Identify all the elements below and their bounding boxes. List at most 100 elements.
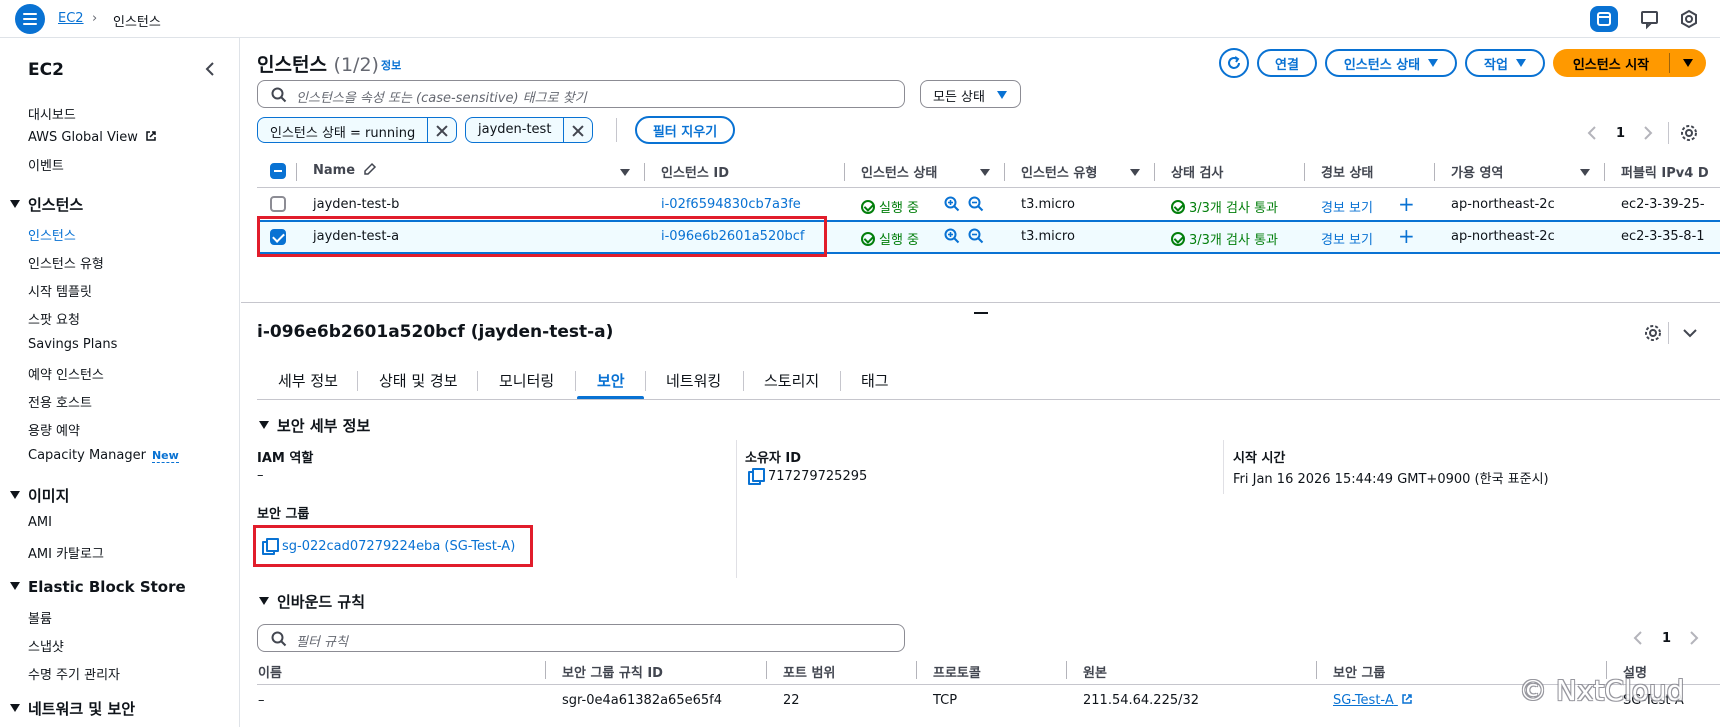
zoom-in-icon[interactable] [944, 228, 960, 244]
sidebar-item-launch-templates[interactable]: 시작 템플릿 [28, 281, 92, 300]
sort-icon[interactable] [620, 169, 630, 176]
sidebar-section-instances[interactable]: 인스턴스 [10, 194, 83, 215]
highlight-box-security-group [253, 525, 533, 567]
sort-icon[interactable] [1130, 169, 1140, 176]
instance-state-button[interactable]: 인스턴스 상태 [1325, 49, 1457, 77]
zoom-out-icon[interactable] [968, 228, 984, 244]
column-header-security-group[interactable]: 보안 그룹 [1333, 662, 1385, 681]
column-separator [1604, 163, 1605, 181]
copy-icon[interactable] [748, 468, 765, 485]
sort-icon[interactable] [980, 169, 990, 176]
add-alarm-icon[interactable]: + [1398, 224, 1415, 248]
panel-toggle-icon[interactable] [1590, 6, 1618, 32]
info-link[interactable]: 정보 [381, 57, 401, 73]
sort-icon[interactable] [1580, 169, 1590, 176]
inbound-filter-input[interactable]: 필터 규칙 [257, 624, 905, 652]
resize-handle[interactable] [974, 312, 988, 314]
tab-security[interactable]: 보안 [597, 370, 625, 391]
breadcrumb-current: 인스턴스 [113, 15, 161, 30]
row-checkbox[interactable] [270, 196, 286, 212]
external-link-icon [1402, 694, 1412, 704]
refresh-button[interactable] [1219, 48, 1249, 78]
column-header-source[interactable]: 원본 [1083, 662, 1107, 681]
sidebar-item-global-view[interactable]: AWS Global View [28, 130, 157, 145]
top-navigation-bar: EC2 › 인스턴스 [0, 0, 1720, 38]
launch-time-value: Fri Jan 16 2026 15:44:49 GMT+0900 (한국 표준… [1233, 472, 1549, 487]
sidebar-item-instance-types[interactable]: 인스턴스 유형 [28, 253, 104, 272]
launch-dropdown-button[interactable] [1670, 49, 1706, 77]
column-header-protocol[interactable]: 프로토콜 [933, 662, 981, 681]
column-header-instance-state[interactable]: 인스턴스 상태 [861, 162, 937, 181]
chevron-down-icon[interactable] [1682, 327, 1698, 339]
sidebar-item-volumes[interactable]: 볼륨 [28, 608, 52, 627]
clear-filters-button[interactable]: 필터 지우기 [635, 116, 735, 144]
remove-token-icon[interactable] [428, 118, 456, 142]
instance-id-link[interactable]: i-02f6594830cb7a3fe [661, 197, 801, 212]
sidebar-item-capacity-reservations[interactable]: 용량 예약 [28, 420, 80, 439]
sidebar-section-images[interactable]: 이미지 [10, 485, 69, 506]
sidebar-section-network-security[interactable]: 네트워크 및 보안 [10, 698, 135, 719]
zoom-out-icon[interactable] [968, 196, 984, 212]
launch-instances-button[interactable]: 인스턴스 시작 [1553, 49, 1669, 77]
sidebar-section-ebs[interactable]: Elastic Block Store [10, 578, 186, 596]
next-page-icon[interactable] [1689, 631, 1699, 645]
column-separator [1004, 163, 1005, 181]
current-page[interactable]: 1 [1616, 126, 1625, 141]
tab-networking[interactable]: 네트워킹 [666, 370, 721, 391]
menu-icon[interactable] [15, 4, 45, 34]
sidebar-item-ami-catalog[interactable]: AMI 카탈로그 [28, 543, 104, 562]
feedback-icon[interactable] [1636, 6, 1664, 32]
preferences-gear-icon[interactable] [1680, 124, 1698, 142]
current-page[interactable]: 1 [1662, 631, 1671, 646]
connect-button[interactable]: 연결 [1257, 49, 1317, 77]
column-header-rule-id[interactable]: 보안 그룹 규칙 ID [562, 662, 663, 681]
column-header-name[interactable]: 이름 [258, 662, 282, 681]
sidebar-item-snapshots[interactable]: 스냅샷 [28, 636, 64, 655]
view-alarms-link[interactable]: 경보 보기 [1321, 229, 1373, 248]
sidebar-item-spot-requests[interactable]: 스팟 요청 [28, 309, 80, 328]
select-all-checkbox[interactable] [270, 163, 286, 179]
caret-down-icon [259, 597, 269, 605]
breadcrumb-ec2[interactable]: EC2 [58, 11, 84, 26]
tab-tags[interactable]: 태그 [861, 370, 889, 391]
sidebar-item-reserved-instances[interactable]: 예약 인스턴스 [28, 364, 104, 383]
settings-icon[interactable] [1675, 6, 1703, 32]
panel-settings-gear-icon[interactable] [1644, 324, 1662, 342]
state-filter-select[interactable]: 모든 상태 [920, 80, 1021, 108]
sidebar-item-capacity-manager[interactable]: Capacity Manager New [28, 448, 179, 463]
column-header-name[interactable]: Name [313, 162, 377, 178]
column-header-instance-id[interactable]: 인스턴스 ID [661, 162, 729, 181]
rule-security-group-link[interactable]: SG-Test-A [1333, 693, 1413, 708]
collapse-sidebar-icon[interactable] [204, 62, 216, 76]
sidebar-item-dashboard[interactable]: 대시보드 [28, 104, 76, 123]
sidebar-item-events[interactable]: 이벤트 [28, 155, 64, 174]
prev-page-icon[interactable] [1633, 631, 1643, 645]
view-alarms-link[interactable]: 경보 보기 [1321, 197, 1373, 216]
add-alarm-icon[interactable]: + [1398, 192, 1415, 216]
column-header-status-check[interactable]: 상태 검사 [1171, 162, 1223, 181]
zoom-in-icon[interactable] [944, 196, 960, 212]
prev-page-icon[interactable] [1587, 126, 1597, 140]
column-header-alarm-status[interactable]: 경보 상태 [1321, 162, 1373, 181]
remove-token-icon[interactable] [564, 118, 592, 142]
launch-time-label: 시작 시간 [1233, 451, 1286, 466]
column-header-port-range[interactable]: 포트 범위 [783, 662, 835, 681]
actions-button[interactable]: 작업 [1465, 49, 1545, 77]
sidebar-item-dedicated-hosts[interactable]: 전용 호스트 [28, 392, 92, 411]
tab-details[interactable]: 세부 정보 [278, 370, 338, 391]
tab-monitoring[interactable]: 모니터링 [499, 370, 554, 391]
sidebar-item-instances[interactable]: 인스턴스 [28, 225, 76, 244]
next-page-icon[interactable] [1643, 126, 1653, 140]
column-header-availability-zone[interactable]: 가용 영역 [1451, 162, 1503, 181]
security-details-header[interactable]: 보안 세부 정보 [259, 415, 370, 436]
column-header-public-dns[interactable]: 퍼블릭 IPv4 D [1621, 162, 1709, 181]
divider [616, 118, 617, 142]
column-header-instance-type[interactable]: 인스턴스 유형 [1021, 162, 1097, 181]
inbound-rules-header[interactable]: 인바운드 규칙 [259, 591, 365, 612]
tab-status-alarms[interactable]: 상태 및 경보 [379, 370, 458, 391]
instance-search-input[interactable]: 인스턴스을 속성 또는 (case-sensitive) 태그로 찾기 [257, 80, 905, 108]
sidebar-item-ami[interactable]: AMI [28, 515, 52, 530]
tab-storage[interactable]: 스토리지 [764, 370, 819, 391]
sidebar-item-savings-plans[interactable]: Savings Plans [28, 337, 117, 352]
sidebar-item-lifecycle-manager[interactable]: 수명 주기 관리자 [28, 664, 120, 683]
